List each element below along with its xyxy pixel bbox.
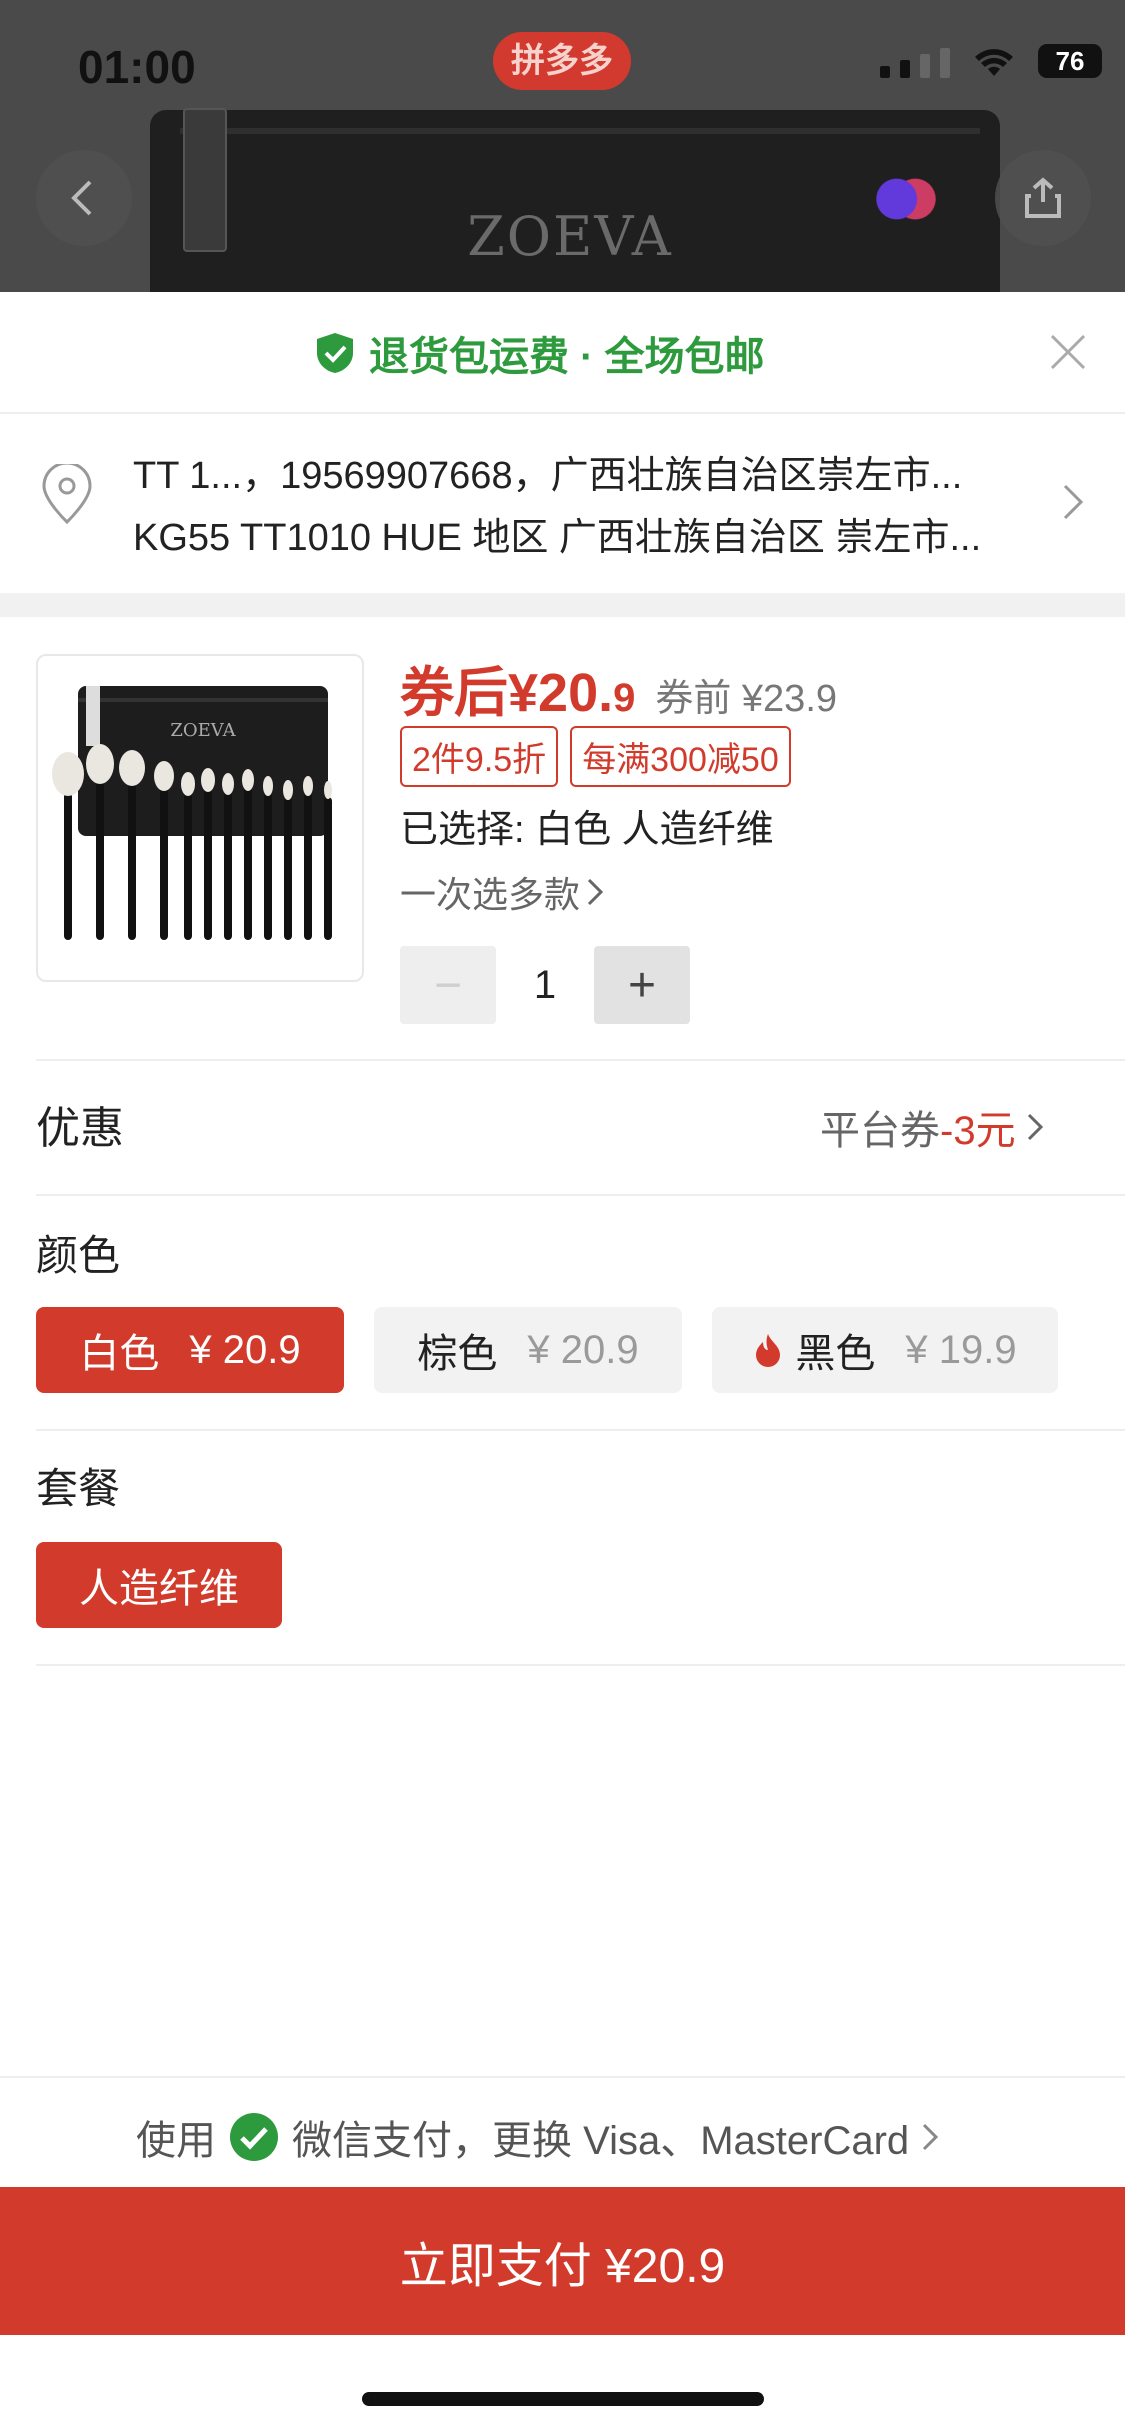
status-time: 01:00 xyxy=(78,41,196,93)
package-section-title: 套餐 xyxy=(36,1465,121,1512)
divider xyxy=(0,2076,1125,2078)
product-thumbnail[interactable]: ZOEVA xyxy=(36,654,364,982)
divider xyxy=(36,1194,1125,1196)
color-option-brown[interactable]: 棕色 ¥ 20.9 xyxy=(374,1307,682,1393)
location-pin-icon xyxy=(42,464,92,525)
back-button[interactable] xyxy=(36,150,132,246)
sku-bottom-sheet: 退货包运费 · 全场包邮 TT 1...，19569907668，广西壮族自治区… xyxy=(0,292,1125,2436)
section-gap xyxy=(0,593,1125,617)
divider xyxy=(36,1664,1125,1666)
quantity-stepper: − 1 + xyxy=(400,946,690,1024)
hero-brand-text: ZOEVA xyxy=(467,205,673,268)
divider xyxy=(36,1059,1125,1061)
shield-check-icon xyxy=(317,333,353,373)
signal-bar xyxy=(920,54,930,78)
color-option-black[interactable]: 黑色 ¥ 19.9 xyxy=(712,1307,1058,1393)
color-option-white[interactable]: 白色 ¥ 20.9 xyxy=(36,1307,344,1393)
price-after-label: 券后 xyxy=(400,663,508,723)
wifi-icon xyxy=(975,49,1013,76)
shipping-address[interactable]: TT 1...，19569907668，广西壮族自治区崇左市... KG55 T… xyxy=(0,414,1125,584)
wechat-pay-icon xyxy=(230,2113,278,2161)
battery-indicator: 76 xyxy=(1038,44,1102,78)
price-after-decimal: 9 xyxy=(613,676,636,720)
color-option-name: 白色 xyxy=(79,1332,160,1376)
payment-method-switch[interactable]: 使用 微信支付，更换 Visa、MasterCard xyxy=(136,2108,939,2166)
pouch-zipper xyxy=(180,128,980,134)
quantity-value[interactable]: 1 xyxy=(496,963,594,1008)
pay-now-button[interactable]: 立即支付 ¥20.9 xyxy=(0,2187,1125,2335)
price-after-coupon: 券后¥20.9 xyxy=(400,648,635,727)
price-before-coupon: 券前 ¥23.9 xyxy=(655,678,838,720)
home-indicator[interactable] xyxy=(362,2392,764,2406)
color-option-price: ¥ 20.9 xyxy=(189,1327,301,1372)
price-row: 券后¥20.9 券前 ¥23.9 xyxy=(400,648,837,727)
quantity-decrease-button[interactable]: − xyxy=(400,946,496,1024)
address-line-2: KG55 TT1010 HUE 地区 广西壮族自治区 崇左市... xyxy=(133,517,982,559)
package-option-name: 人造纤维 xyxy=(79,1567,239,1611)
brush-set-image: ZOEVA xyxy=(52,686,332,940)
close-icon[interactable] xyxy=(1048,332,1088,372)
pouch-zipper-tag xyxy=(183,108,227,252)
promo-tag: 2件9.5折 xyxy=(400,726,559,787)
color-section-title: 颜色 xyxy=(36,1232,121,1279)
quantity-increase-button[interactable]: + xyxy=(594,946,690,1024)
divider xyxy=(36,1429,1125,1431)
svg-text:ZOEVA: ZOEVA xyxy=(170,720,236,741)
discount-prefix: 平台券 xyxy=(820,1109,940,1153)
product-hero-backdrop: ZOEVA 01:00 拼多多 76 xyxy=(0,0,1125,292)
share-icon xyxy=(1025,177,1061,218)
assistant-icon[interactable] xyxy=(875,170,937,228)
chevron-right-icon xyxy=(1027,1113,1043,1141)
package-option-synthetic[interactable]: 人造纤维 xyxy=(36,1542,282,1628)
chevron-right-icon xyxy=(923,2123,939,2151)
chevron-left-icon xyxy=(71,180,92,216)
color-option-price: ¥ 19.9 xyxy=(905,1327,1017,1372)
app-badge: 拼多多 xyxy=(493,32,631,90)
signal-bar xyxy=(900,60,910,78)
discount-selector[interactable]: 平台券 -3元 xyxy=(820,1098,1044,1156)
discount-label: 优惠 xyxy=(36,1104,124,1153)
multi-select-label: 一次选多款 xyxy=(400,874,581,915)
status-icons: 76 xyxy=(880,44,1102,78)
color-option-name: 棕色 xyxy=(417,1332,498,1376)
multi-select-link[interactable]: 一次选多款 xyxy=(400,866,604,918)
price-after-main: ¥20. xyxy=(508,663,614,723)
selected-variant-text: 已选择: 白色 人造纤维 xyxy=(400,809,774,851)
signal-bar xyxy=(880,66,890,78)
promo-tags: 2件9.5折 每满300减50 xyxy=(400,726,791,787)
color-option-price: ¥ 20.9 xyxy=(527,1327,639,1372)
payment-prefix: 使用 xyxy=(136,2119,216,2163)
payment-method-text: 微信支付，更换 Visa、MasterCard xyxy=(292,2119,910,2163)
share-button[interactable] xyxy=(995,150,1091,246)
free-shipping-banner: 退货包运费 · 全场包邮 xyxy=(0,292,1125,414)
address-line-1: TT 1...，19569907668，广西壮族自治区崇左市... xyxy=(133,455,963,497)
flame-icon xyxy=(756,1334,781,1367)
discount-amount: -3元 xyxy=(940,1109,1016,1153)
promo-tag: 每满300减50 xyxy=(570,726,791,787)
chevron-right-icon xyxy=(587,878,604,906)
chevron-right-icon xyxy=(1063,484,1084,520)
free-shipping-text: 退货包运费 · 全场包邮 xyxy=(369,335,765,379)
color-option-name: 黑色 xyxy=(795,1332,876,1376)
signal-bar xyxy=(940,48,950,78)
